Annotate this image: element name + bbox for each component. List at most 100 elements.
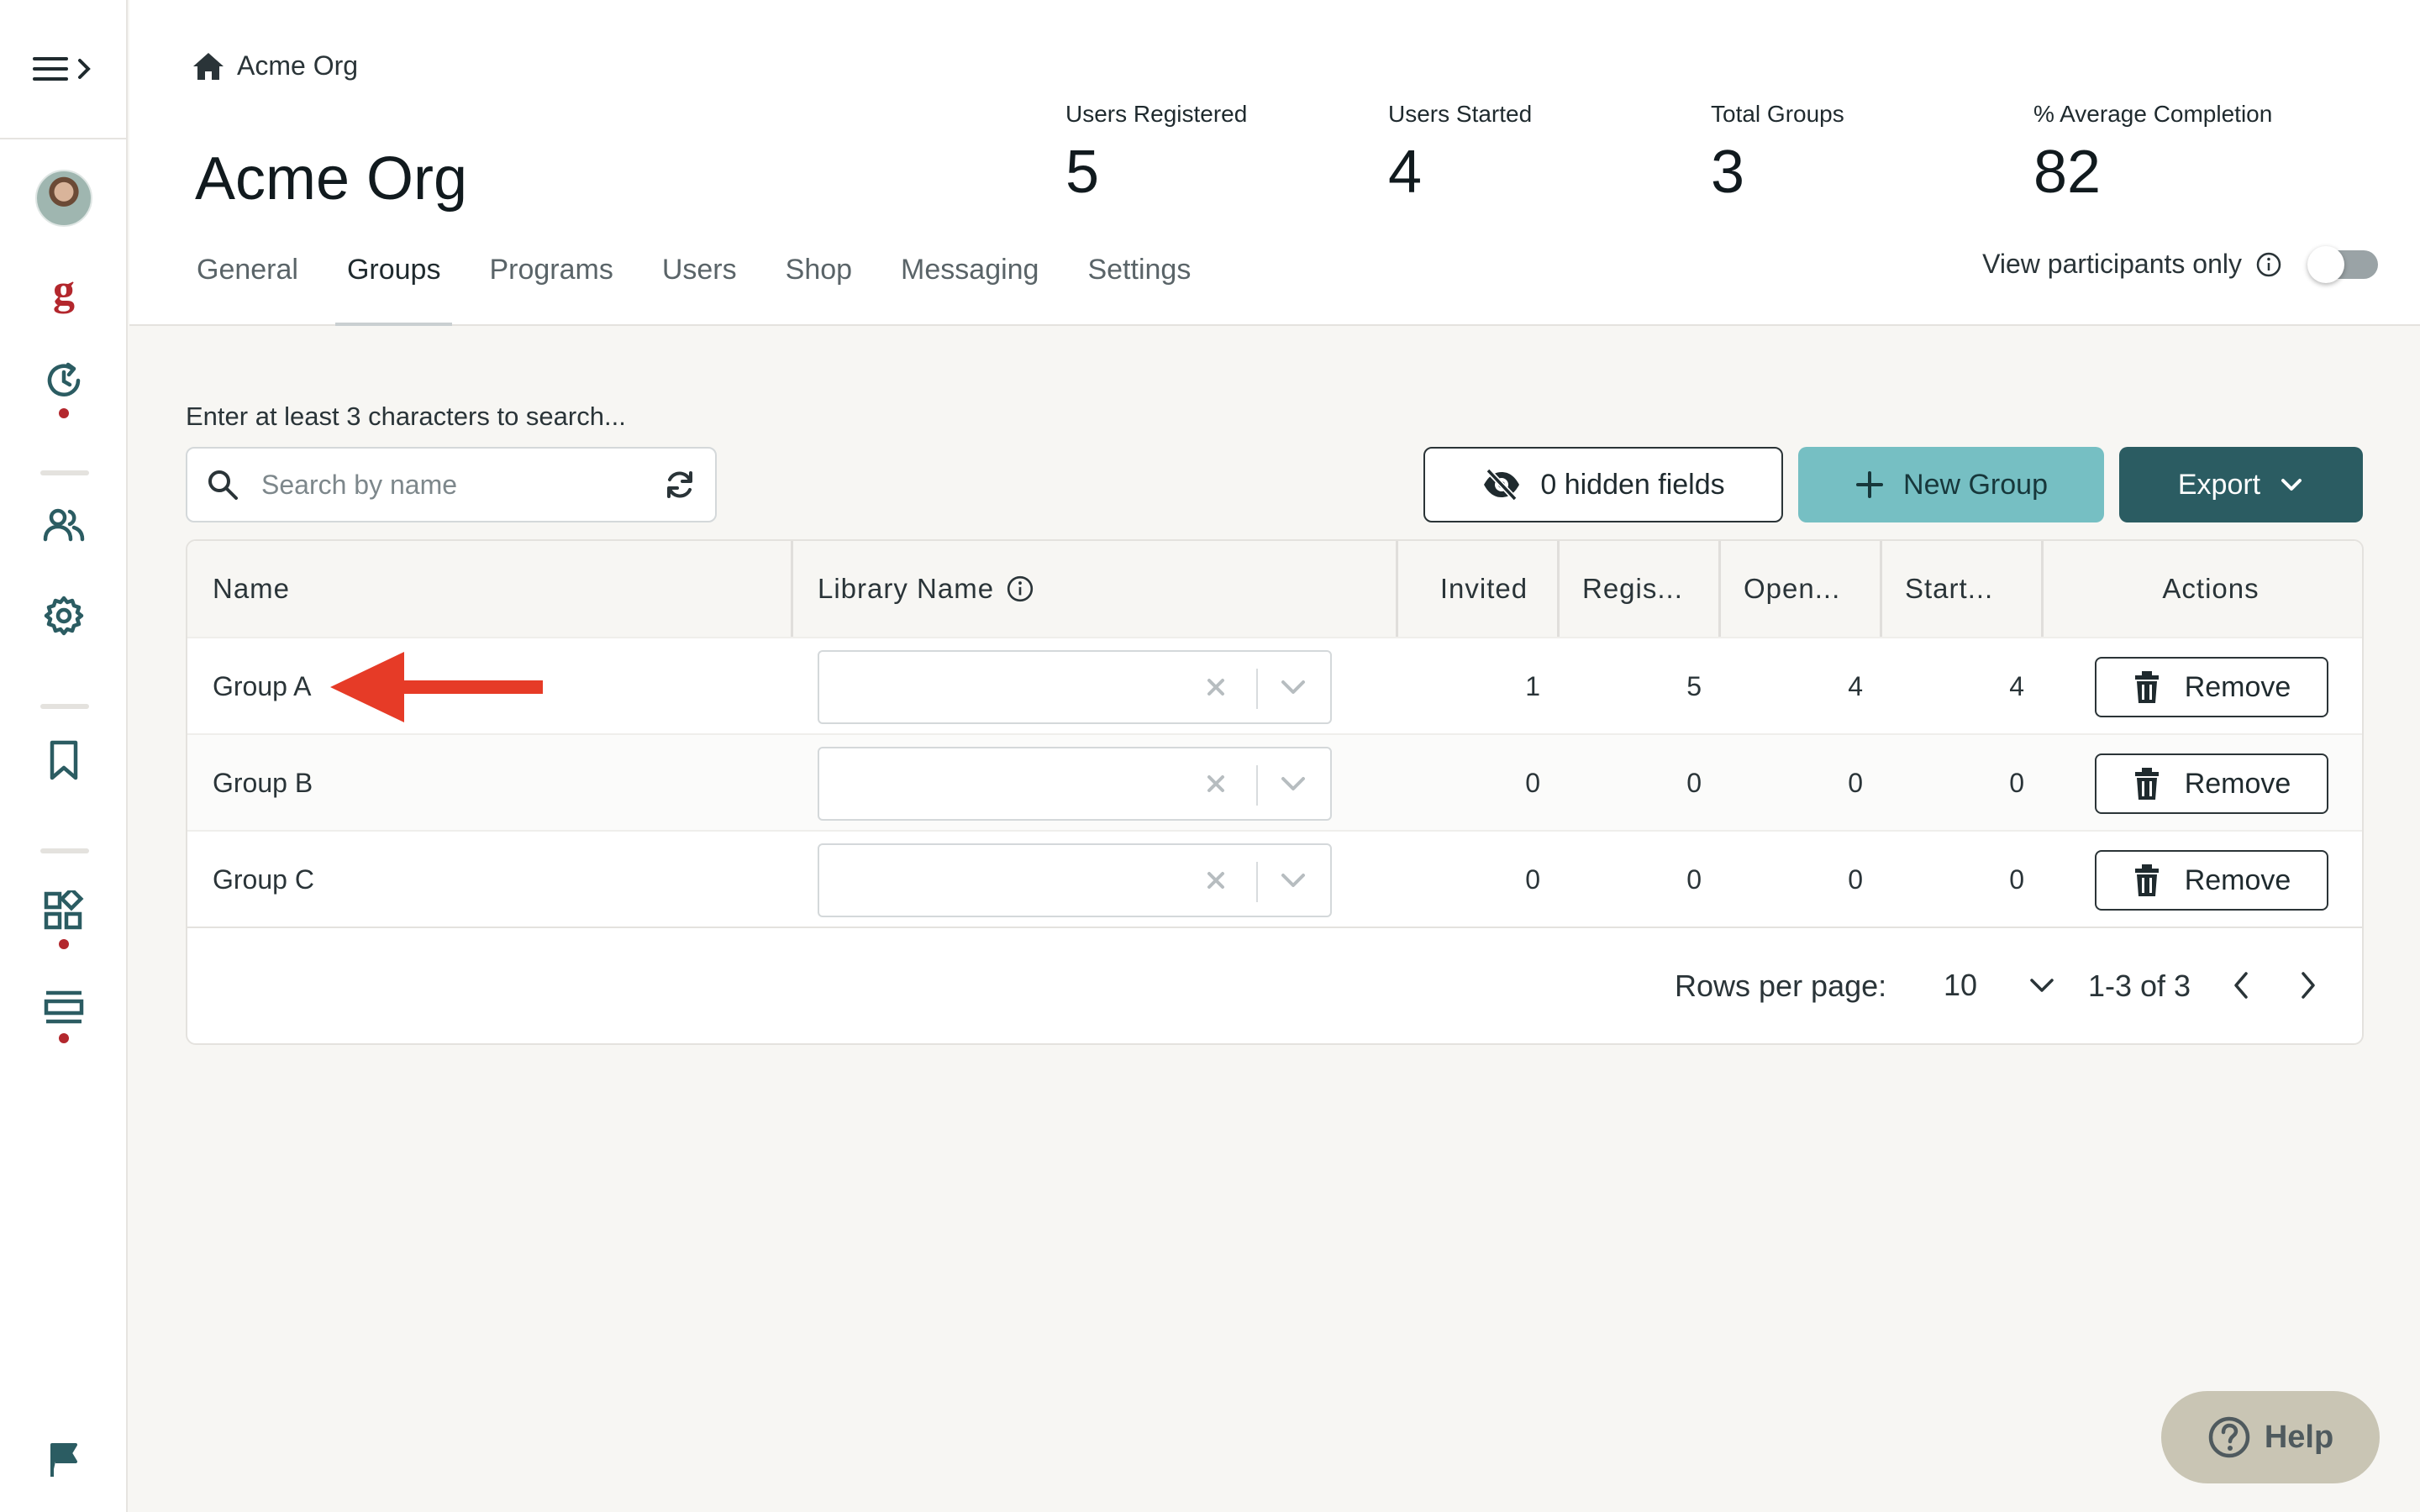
chevron-down-icon[interactable] xyxy=(1278,869,1308,894)
page-range: 1-3 of 3 xyxy=(2088,969,2191,1003)
tab-shop[interactable]: Shop xyxy=(774,249,864,326)
info-icon[interactable] xyxy=(1006,575,1034,603)
sidebar-item-people[interactable] xyxy=(0,507,128,544)
library-select[interactable] xyxy=(818,747,1332,821)
column-divider[interactable] xyxy=(791,541,793,637)
column-header-registered[interactable]: Regis... xyxy=(1582,541,1717,637)
column-divider[interactable] xyxy=(1557,541,1560,637)
view-list-icon[interactable] xyxy=(43,990,85,1026)
column-divider[interactable] xyxy=(1718,541,1721,637)
rows-per-page-select[interactable]: 10 xyxy=(1944,962,2056,1009)
sidebar-avatar[interactable] xyxy=(0,170,128,227)
tab-settings[interactable]: Settings xyxy=(1076,249,1202,326)
bookmark-icon[interactable] xyxy=(47,739,81,781)
chevron-left-icon[interactable] xyxy=(2229,969,2254,1002)
new-group-button[interactable]: New Group xyxy=(1798,447,2104,522)
widgets-icon[interactable] xyxy=(43,890,85,932)
group-name[interactable]: Group B xyxy=(213,735,465,832)
remove-button[interactable]: Remove xyxy=(2095,657,2328,717)
remove-label[interactable]: Remove xyxy=(2185,768,2291,801)
column-header-started[interactable]: Start... xyxy=(1905,541,2039,637)
sidebar-item-brand[interactable]: g xyxy=(0,270,128,318)
column-header-opened[interactable]: Open... xyxy=(1744,541,1878,637)
annotation-arrow xyxy=(330,652,543,722)
participants-filter: View participants only xyxy=(1982,245,2378,283)
participants-only-toggle[interactable] xyxy=(2307,245,2378,283)
clear-icon[interactable] xyxy=(1201,672,1231,702)
home-icon[interactable] xyxy=(192,51,225,81)
stat-average-completion: % Average Completion 82 xyxy=(2033,101,2272,207)
sidebar-item-history[interactable] xyxy=(0,360,128,418)
flag-icon[interactable] xyxy=(47,1441,81,1478)
export-label[interactable]: Export xyxy=(2178,469,2260,501)
tab-programs[interactable]: Programs xyxy=(477,249,624,326)
registered-count: 0 xyxy=(1686,768,1702,798)
clear-icon[interactable] xyxy=(1201,865,1231,895)
remove-label[interactable]: Remove xyxy=(2185,671,2291,704)
remove-button[interactable]: Remove xyxy=(2095,753,2328,814)
menu-expand-icon[interactable] xyxy=(31,54,95,84)
column-divider[interactable] xyxy=(1396,541,1398,637)
stat-users-registered: Users Registered 5 xyxy=(1065,101,1247,207)
search-input[interactable] xyxy=(261,469,663,501)
people-icon[interactable] xyxy=(42,507,86,544)
sidebar-toggle[interactable] xyxy=(0,0,126,139)
gear-icon[interactable] xyxy=(43,595,85,637)
sidebar: g xyxy=(0,0,128,1512)
table-header: Name Library Name Invited Regis... Open.… xyxy=(187,541,2362,637)
remove-label[interactable]: Remove xyxy=(2185,864,2291,897)
new-group-label[interactable]: New Group xyxy=(1903,469,2048,501)
sidebar-divider xyxy=(40,470,89,475)
column-divider[interactable] xyxy=(1880,541,1882,637)
chevron-down-icon[interactable] xyxy=(2028,975,2056,995)
remove-button[interactable]: Remove xyxy=(2095,850,2328,911)
tab-messaging[interactable]: Messaging xyxy=(889,249,1050,326)
export-button[interactable]: Export xyxy=(2119,447,2363,522)
hidden-fields-label[interactable]: 0 hidden fields xyxy=(1540,469,1724,501)
stat-total-groups: Total Groups 3 xyxy=(1711,101,1844,207)
hidden-fields-button[interactable]: 0 hidden fields xyxy=(1423,447,1783,522)
svg-text:g: g xyxy=(53,270,75,314)
history-clock-icon[interactable] xyxy=(43,360,85,402)
select-separator xyxy=(1256,862,1258,902)
tab-general[interactable]: General xyxy=(185,249,310,326)
clear-icon[interactable] xyxy=(1201,769,1231,799)
participants-toggle-label: View participants only xyxy=(1982,249,2242,279)
column-header-actions: Actions xyxy=(2162,573,2260,604)
help-label[interactable]: Help xyxy=(2265,1420,2333,1456)
help-button[interactable]: Help xyxy=(2161,1391,2380,1483)
started-count: 0 xyxy=(2009,768,2024,798)
notification-dot xyxy=(59,1033,69,1043)
sidebar-item-dashboard[interactable] xyxy=(0,890,128,949)
brand-g-icon[interactable]: g xyxy=(47,270,81,318)
rows-per-page-value[interactable]: 10 xyxy=(1944,968,1977,1003)
invited-count: 0 xyxy=(1525,768,1540,798)
tab-users[interactable]: Users xyxy=(650,249,749,326)
column-header-name[interactable]: Name xyxy=(213,541,759,637)
sidebar-item-settings[interactable] xyxy=(0,595,128,637)
invited-count: 0 xyxy=(1525,864,1540,895)
library-select[interactable] xyxy=(818,650,1332,724)
library-select[interactable] xyxy=(818,843,1332,917)
chevron-down-icon[interactable] xyxy=(1278,772,1308,797)
avatar[interactable] xyxy=(35,170,92,227)
sidebar-item-bookmarks[interactable] xyxy=(0,739,128,781)
group-name[interactable]: Group C xyxy=(213,832,465,928)
table-row: Group A 1 5 4 4 Remove xyxy=(187,637,2362,733)
breadcrumb[interactable]: Acme Org xyxy=(192,50,358,81)
refresh-icon[interactable] xyxy=(663,468,697,501)
sidebar-item-flag[interactable] xyxy=(0,1441,128,1478)
breadcrumb-label[interactable]: Acme Org xyxy=(237,50,358,81)
sidebar-item-layout[interactable] xyxy=(0,990,128,1043)
chevron-right-icon[interactable] xyxy=(2295,969,2320,1002)
column-header-library-name[interactable]: Library Name xyxy=(818,541,1196,637)
stat-label: Users Started xyxy=(1388,101,1533,127)
info-icon[interactable] xyxy=(2255,251,2282,278)
stat-label: Total Groups xyxy=(1711,101,1844,127)
search-field[interactable] xyxy=(186,447,717,522)
tab-groups[interactable]: Groups xyxy=(334,249,453,326)
chevron-down-icon[interactable] xyxy=(1278,675,1308,701)
invited-count: 1 xyxy=(1525,671,1540,701)
sidebar-divider xyxy=(40,704,89,709)
column-header-invited[interactable]: Invited xyxy=(1414,541,1554,637)
